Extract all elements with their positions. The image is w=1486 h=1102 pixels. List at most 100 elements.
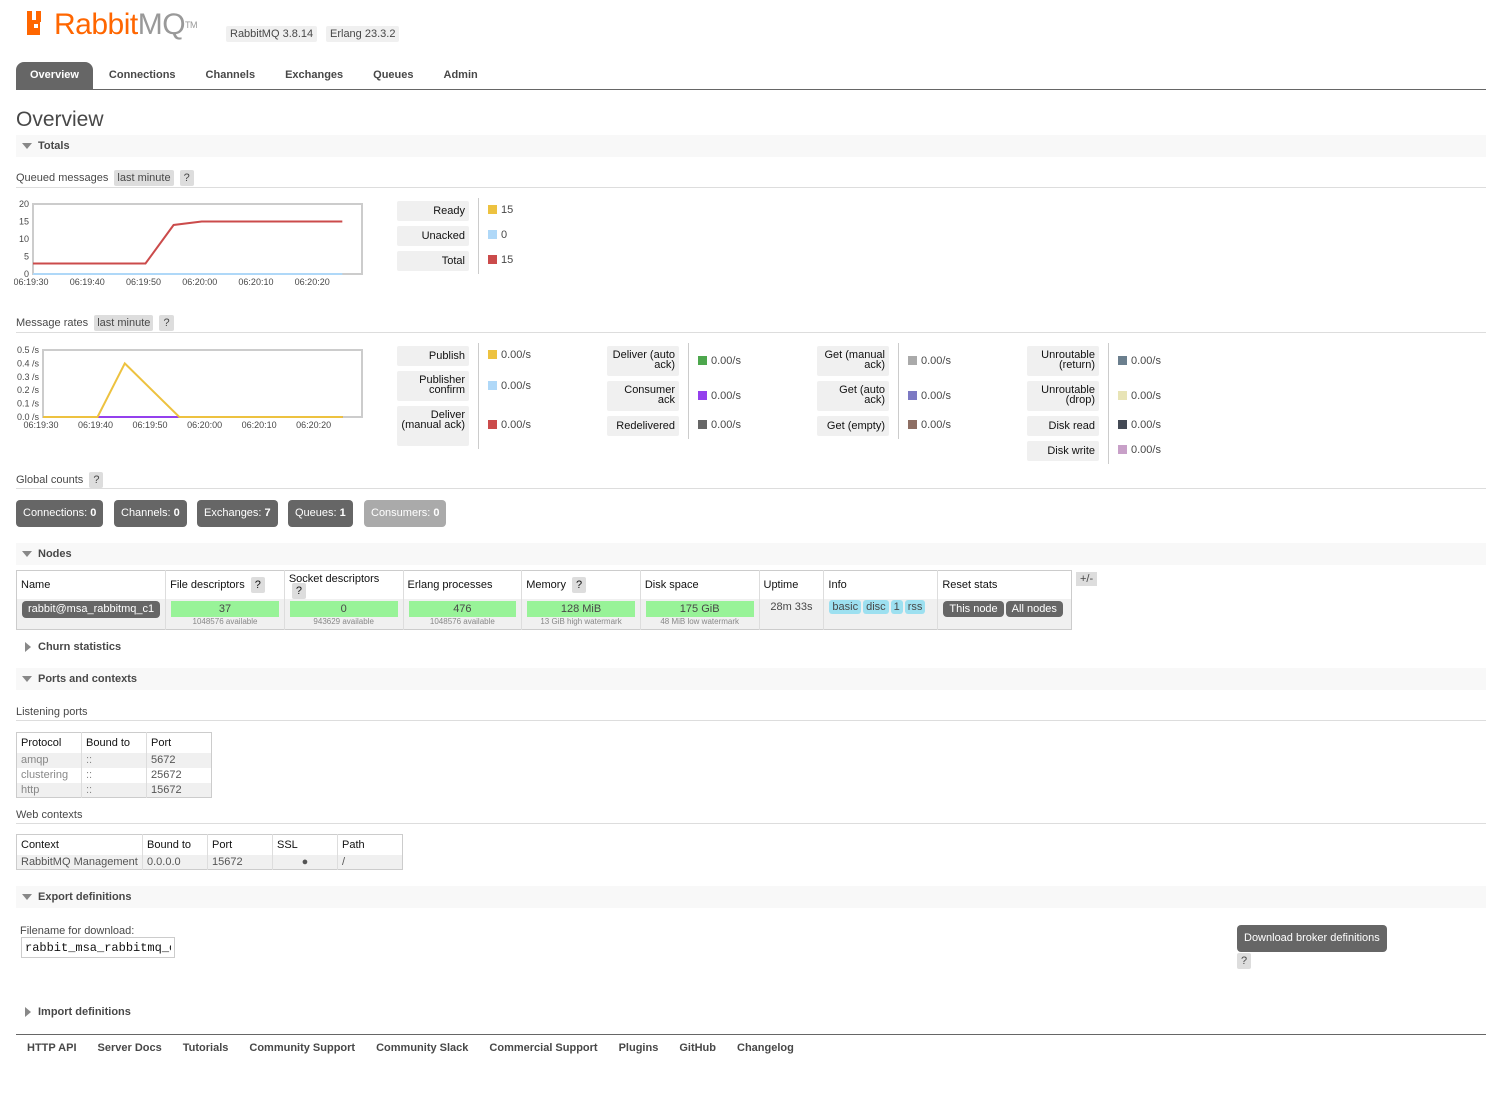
- legend-label: Get (empty): [817, 416, 889, 436]
- uptime-cell: 28m 33s: [758, 599, 824, 630]
- rates-label-text: Message rates: [16, 317, 89, 329]
- reset-all-nodes-button[interactable]: All nodes: [1005, 601, 1063, 617]
- legend-swatch-icon: [1118, 356, 1127, 365]
- version-badge: RabbitMQ 3.8.14: [226, 26, 318, 42]
- info-tag-count: 1: [890, 600, 903, 614]
- cell-bound-to: ::: [81, 767, 147, 783]
- footer-link-tutorials[interactable]: Tutorials: [183, 1042, 229, 1054]
- tab-exchanges[interactable]: Exchanges: [271, 62, 357, 89]
- section-nodes[interactable]: Nodes: [16, 543, 1486, 565]
- x-tick-label: 06:19:50: [133, 420, 168, 430]
- tab-connections[interactable]: Connections: [95, 62, 190, 89]
- x-tick-label: 06:19:50: [126, 277, 161, 287]
- legend-label: Get (auto ack): [817, 381, 889, 411]
- help-button[interactable]: ?: [291, 583, 306, 599]
- section-export-definitions[interactable]: Export definitions: [16, 886, 1486, 908]
- cell-port: 25672: [146, 767, 212, 783]
- legend-divider: [478, 198, 479, 274]
- global-count-channels[interactable]: Channels: 0: [114, 500, 187, 527]
- expand-triangle-icon: [22, 676, 32, 682]
- reset-this-node-button[interactable]: This node: [943, 601, 1004, 617]
- queued-messages-chart: 2015105006:19:30 06:19:40 06:19:50 06:20:00…: [14, 199, 363, 287]
- x-tick-label: 06:20:00: [182, 277, 217, 287]
- legend-swatch-icon: [488, 420, 497, 429]
- x-tick-label: 06:19:40: [70, 277, 105, 287]
- global-count-queues[interactable]: Queues: 1: [288, 500, 353, 527]
- col-name: Name: [16, 570, 166, 599]
- node-name-link[interactable]: rabbit@msa_rabbitmq_c1: [22, 601, 161, 618]
- listening-ports-table: Protocol Bound to Port amqp:: 5672 cluste…: [16, 732, 212, 798]
- divider: [16, 823, 1486, 824]
- queued-messages-label: Queued messages last minute ?: [16, 170, 194, 186]
- global-label-text: Global counts: [16, 474, 84, 486]
- legend-value-text: 0.00/s: [501, 419, 531, 431]
- y-tick-label: 0.1 /s: [17, 399, 40, 409]
- collapsed-triangle-icon: [25, 1007, 31, 1017]
- col-protocol: Protocol: [16, 732, 82, 753]
- tab-queues[interactable]: Queues: [359, 62, 427, 89]
- col-erlang-processes: Erlang processes: [402, 570, 522, 599]
- legend-label: Ready: [397, 201, 469, 221]
- col-socket-descriptors: Socket descriptors ?: [283, 570, 404, 599]
- footer-link-github[interactable]: GitHub: [679, 1042, 716, 1054]
- legend-swatch-icon: [1118, 420, 1127, 429]
- col-file-descriptors: File descriptors ?: [165, 570, 285, 599]
- footer-link-http-api[interactable]: HTTP API: [27, 1042, 77, 1054]
- column-toggle-button[interactable]: +/-: [1076, 572, 1098, 586]
- logo-text-rabbit: Rabbit: [54, 8, 138, 41]
- global-count-connections[interactable]: Connections: 0: [16, 500, 104, 527]
- legend-value: 0.00/s: [698, 355, 741, 367]
- col-port: Port: [146, 732, 212, 753]
- section-churn-statistics[interactable]: Churn statistics: [16, 636, 1486, 658]
- section-title: Export definitions: [38, 891, 132, 903]
- footer-link-commercial-support[interactable]: Commercial Support: [489, 1042, 597, 1054]
- global-count-exchanges[interactable]: Exchanges: 7: [197, 500, 278, 527]
- help-button[interactable]: ?: [89, 472, 104, 488]
- disk-watermark: 48 MiB low watermark: [660, 617, 740, 626]
- range-selector[interactable]: last minute: [94, 315, 154, 331]
- footer-link-changelog[interactable]: Changelog: [737, 1042, 794, 1054]
- section-import-definitions[interactable]: Import definitions: [16, 1001, 1486, 1023]
- help-button[interactable]: ?: [159, 315, 174, 331]
- cell-port: 15672: [207, 854, 273, 870]
- help-button[interactable]: ?: [250, 577, 265, 593]
- help-button[interactable]: ?: [572, 577, 587, 593]
- cell-bound-to: 0.0.0.0: [142, 854, 208, 870]
- section-ports-and-contexts[interactable]: Ports and contexts: [16, 668, 1486, 690]
- legend-value: 0.00/s: [1118, 390, 1161, 402]
- queued-label-text: Queued messages: [16, 172, 109, 184]
- ep-cell: 476 1048576 available: [402, 599, 522, 630]
- legend-value-text: 0.00/s: [711, 419, 741, 431]
- divider: [16, 187, 1486, 188]
- col-reset-stats: Reset stats: [937, 570, 1072, 599]
- legend-value-text: 0: [501, 229, 508, 241]
- filename-input[interactable]: [21, 937, 175, 958]
- legend-value-text: 0.00/s: [1131, 419, 1161, 431]
- tab-admin[interactable]: Admin: [430, 62, 492, 89]
- global-count-consumers[interactable]: Consumers: 0: [364, 500, 447, 527]
- tab-channels[interactable]: Channels: [192, 62, 270, 89]
- help-button[interactable]: ?: [1237, 953, 1252, 969]
- help-button[interactable]: ?: [179, 170, 194, 186]
- count-value: 0: [433, 507, 440, 519]
- range-selector[interactable]: last minute: [114, 170, 174, 186]
- footer-link-server-docs[interactable]: Server Docs: [98, 1042, 162, 1054]
- fd-available: 1048576 available: [192, 617, 258, 626]
- footer-link-plugins[interactable]: Plugins: [619, 1042, 659, 1054]
- section-totals[interactable]: Totals: [16, 135, 1486, 157]
- footer-link-community-slack[interactable]: Community Slack: [376, 1042, 468, 1054]
- section-title: Import definitions: [38, 1006, 131, 1018]
- legend-value: 0.00/s: [908, 355, 951, 367]
- cell-context: RabbitMQ Management: [16, 854, 143, 870]
- cell-protocol: http: [16, 782, 82, 798]
- count-label: Channels:: [121, 507, 171, 519]
- rabbitmq-logo[interactable]: RabbitMQTM: [26, 8, 198, 41]
- legend-swatch-icon: [908, 420, 917, 429]
- page-title: Overview: [16, 108, 104, 131]
- section-title: Totals: [38, 140, 70, 152]
- tab-overview[interactable]: Overview: [16, 62, 93, 89]
- footer-link-community-support[interactable]: Community Support: [249, 1042, 355, 1054]
- download-definitions-button[interactable]: Download broker definitions: [1237, 925, 1387, 952]
- sd-cell: 0 943629 available: [283, 599, 404, 630]
- nodes-table: Name File descriptors ? Socket descripto…: [16, 570, 1072, 630]
